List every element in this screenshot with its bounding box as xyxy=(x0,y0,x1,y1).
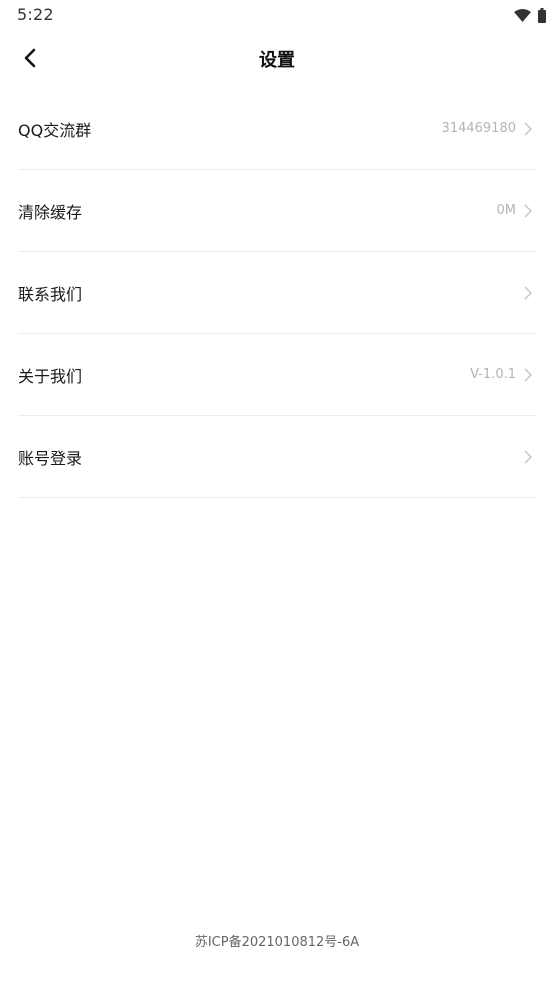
settings-item-account-login[interactable]: 账号登录 xyxy=(18,416,536,498)
settings-item-label: 账号登录 xyxy=(18,448,83,468)
header: 设置 xyxy=(0,30,554,88)
settings-item-value: V-1.0.1 xyxy=(470,367,516,382)
settings-item-right xyxy=(516,286,536,300)
chevron-right-icon xyxy=(524,368,532,382)
settings-item-clear-cache[interactable]: 清除缓存 0M xyxy=(18,170,536,252)
settings-item-right xyxy=(516,450,536,464)
settings-item-value: 0M xyxy=(496,203,517,218)
settings-item-right: 0M xyxy=(497,203,537,218)
page-title: 设置 xyxy=(259,50,295,71)
chevron-right-icon xyxy=(524,204,532,218)
settings-item-label: 联系我们 xyxy=(18,284,83,304)
settings-item-label: 关于我们 xyxy=(18,366,83,386)
icp-footer: 苏ICP备2021010812号-6A xyxy=(194,935,360,950)
settings-item-right: 314469180 xyxy=(442,121,536,136)
settings-item-value: 314469180 xyxy=(441,121,516,136)
settings-item-label: QQ交流群 xyxy=(18,120,92,140)
status-time: 5:22 xyxy=(17,5,54,24)
settings-item-right: V-1.0.1 xyxy=(470,367,536,382)
settings-item-about-us[interactable]: 关于我们 V-1.0.1 xyxy=(18,334,536,416)
chevron-right-icon xyxy=(524,286,532,300)
settings-item-label: 清除缓存 xyxy=(18,202,83,222)
status-icons xyxy=(514,7,546,23)
settings-list: QQ交流群 314469180 清除缓存 0M 联系我们 关于我们 V-1.0.… xyxy=(18,88,536,498)
chevron-right-icon xyxy=(524,450,532,464)
status-bar: 5:22 xyxy=(0,0,554,30)
settings-item-qq-group[interactable]: QQ交流群 314469180 xyxy=(18,88,536,170)
chevron-right-icon xyxy=(524,122,532,136)
wifi-icon xyxy=(514,8,531,22)
battery-icon xyxy=(538,7,546,23)
settings-item-contact-us[interactable]: 联系我们 xyxy=(18,252,536,334)
